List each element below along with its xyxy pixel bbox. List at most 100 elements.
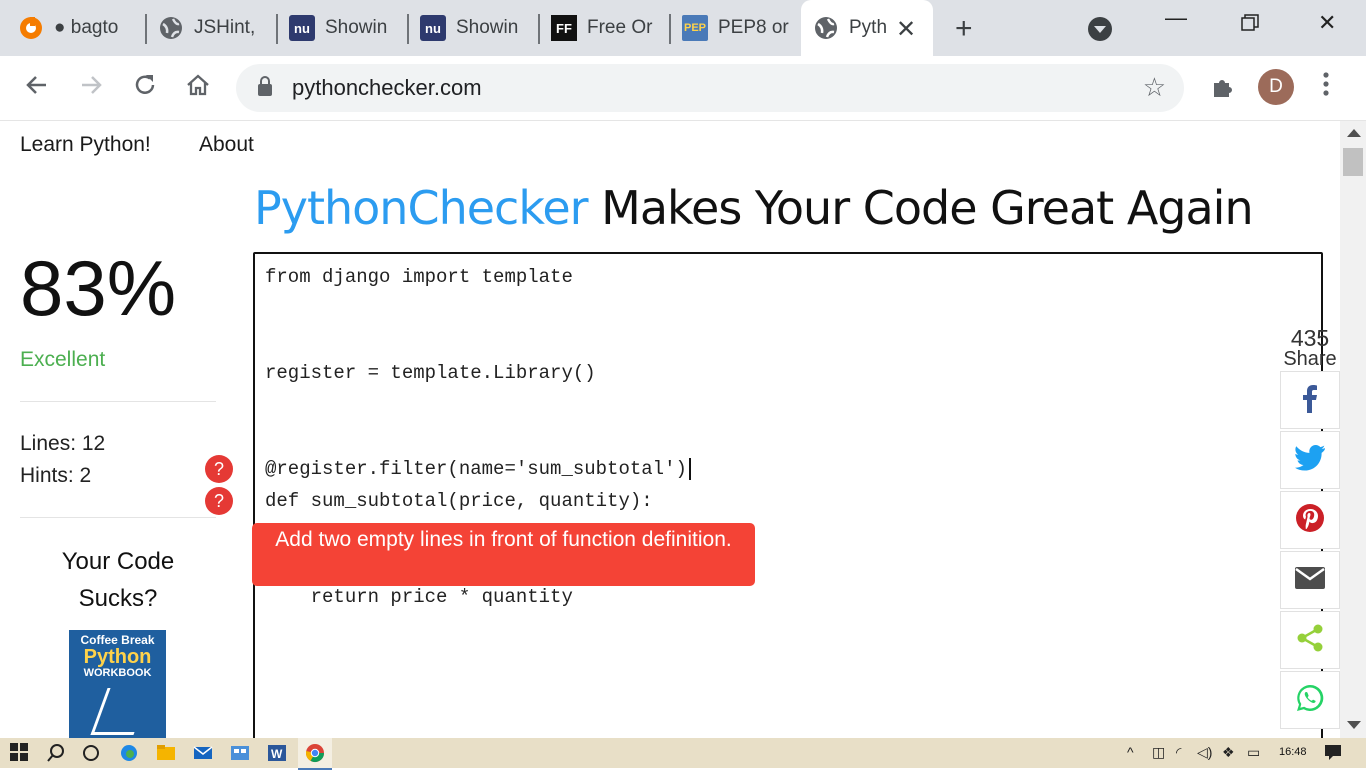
nu-validator-icon: nu xyxy=(289,15,315,41)
tab-gitlab[interactable]: ● bagto xyxy=(18,0,140,56)
lines-stat: Lines: 12 xyxy=(20,432,106,455)
tab-pep8[interactable]: PEP PEP8 or xyxy=(682,0,794,56)
tab-validator-2[interactable]: nu Showin xyxy=(420,0,528,56)
tray-app-icon[interactable]: ◫ xyxy=(1152,744,1165,761)
notifications-icon[interactable] xyxy=(1324,744,1342,763)
share-count: 435 xyxy=(1290,325,1330,351)
nav-link-learn-python[interactable]: Learn Python! xyxy=(20,133,151,157)
hint-marker-1[interactable]: ? xyxy=(205,455,233,483)
wifi-icon[interactable]: ◜ xyxy=(1176,744,1181,761)
search-icon[interactable] xyxy=(46,743,66,763)
pep8-icon: PEP xyxy=(682,15,708,41)
facebook-icon xyxy=(1297,383,1323,418)
nav-link-about[interactable]: About xyxy=(199,133,254,157)
code-editor[interactable]: from django import template register = t… xyxy=(253,252,1323,738)
tab-divider xyxy=(145,14,147,44)
reload-icon[interactable] xyxy=(132,72,158,103)
book-title-line: Coffee Break xyxy=(80,633,155,647)
pinterest-share-button[interactable] xyxy=(1280,491,1340,549)
windows-taskbar: W ^ ◫ ◜ ◁) ❖ ▭ 16:48 xyxy=(0,738,1366,770)
email-icon xyxy=(1294,566,1326,595)
hint-marker-2[interactable]: ? xyxy=(205,487,233,515)
svg-text:W: W xyxy=(271,747,283,761)
code-line: register = template.Library() xyxy=(265,362,596,384)
dropbox-icon[interactable]: ❖ xyxy=(1222,744,1235,761)
tab-jshint[interactable]: JSHint, xyxy=(158,0,258,56)
keyboard-icon[interactable]: ▭ xyxy=(1247,744,1260,761)
close-tab-icon[interactable]: ✕ xyxy=(896,15,916,44)
score-percentage: 83% xyxy=(20,244,177,332)
browser-toolbar: pythonchecker.com ☆ D xyxy=(0,56,1366,121)
word-icon[interactable]: W xyxy=(267,743,287,763)
tab-title: Pyth xyxy=(849,17,888,38)
edge-icon[interactable] xyxy=(119,743,139,763)
url-text: pythonchecker.com xyxy=(292,75,482,100)
back-icon[interactable] xyxy=(24,72,50,103)
hints-stat: Hints: 2 xyxy=(20,464,92,487)
tab-validator-1[interactable]: nu Showin xyxy=(289,0,397,56)
hint-tooltip: Add two empty lines in front of function… xyxy=(252,523,755,586)
tab-search-icon[interactable] xyxy=(1088,17,1112,41)
scroll-down-icon[interactable] xyxy=(1347,721,1361,729)
tab-title: Showin xyxy=(456,17,519,38)
sidebar-divider xyxy=(20,517,216,518)
book-stairs-illustration xyxy=(90,688,151,735)
profile-avatar[interactable]: D xyxy=(1258,69,1294,105)
tab-divider xyxy=(538,14,540,44)
whatsapp-share-button[interactable] xyxy=(1280,671,1340,729)
chrome-taskbar-icon[interactable] xyxy=(298,738,332,770)
tab-title: JSHint, xyxy=(194,17,256,38)
tab-title: ● bagto xyxy=(54,17,119,38)
promo-heading: Your Code Sucks? xyxy=(20,543,216,617)
tab-freeformatter[interactable]: FF Free Or xyxy=(551,0,661,56)
scroll-up-icon[interactable] xyxy=(1347,129,1361,137)
forward-icon[interactable] xyxy=(78,72,104,103)
volume-icon[interactable]: ◁) xyxy=(1197,744,1212,761)
app-icon[interactable] xyxy=(230,743,250,763)
taskbar-clock[interactable]: 16:48 xyxy=(1279,746,1307,758)
globe-icon xyxy=(158,15,184,41)
facebook-share-button[interactable] xyxy=(1280,371,1340,429)
scroll-thumb[interactable] xyxy=(1343,148,1363,176)
tab-divider xyxy=(407,14,409,44)
gitlab-icon xyxy=(18,15,44,41)
code-line: def sum_subtotal(price, quantity): xyxy=(265,490,653,512)
page-content: Learn Python! About PythonChecker Makes … xyxy=(0,121,1340,738)
windows-start-icon[interactable] xyxy=(10,743,30,763)
mail-icon[interactable] xyxy=(193,743,213,763)
email-share-button[interactable] xyxy=(1280,551,1340,609)
freeformatter-icon: FF xyxy=(551,15,577,41)
task-view-icon[interactable] xyxy=(81,743,101,763)
twitter-share-button[interactable] xyxy=(1280,431,1340,489)
sharethis-share-button[interactable] xyxy=(1280,611,1340,669)
code-line-text: @register.filter(name='sum_subtotal') xyxy=(265,458,687,481)
tab-title: Showin xyxy=(325,17,388,38)
page-title-tagline: Makes Your Code Great Again xyxy=(587,181,1253,235)
sidebar-divider xyxy=(20,401,216,402)
close-window-icon[interactable]: ✕ xyxy=(1318,10,1336,36)
tab-title: PEP8 or xyxy=(718,17,789,38)
text-caret xyxy=(688,458,691,480)
tray-chevron-icon[interactable]: ^ xyxy=(1127,744,1134,760)
page-scrollbar[interactable] xyxy=(1340,121,1366,738)
globe-icon xyxy=(813,15,839,41)
home-icon[interactable] xyxy=(185,72,211,103)
promo-line: Sucks? xyxy=(78,585,158,612)
code-line-with-caret: @register.filter(name='sum_subtotal') xyxy=(265,458,691,480)
new-tab-icon[interactable]: + xyxy=(955,12,973,46)
bookmark-star-icon[interactable]: ☆ xyxy=(1143,72,1166,103)
score-verdict: Excellent xyxy=(20,348,106,371)
file-explorer-icon[interactable] xyxy=(156,743,176,763)
book-title-line: Python xyxy=(83,646,152,668)
tab-strip: ● bagto JSHint, nu Showin nu Showin FF F… xyxy=(0,0,1366,56)
menu-kebab-icon[interactable] xyxy=(1322,70,1330,105)
restore-icon[interactable] xyxy=(1241,12,1259,38)
minimize-icon[interactable]: — xyxy=(1165,5,1187,31)
book-title-line: WORKBOOK xyxy=(83,667,152,679)
book-cover-image[interactable]: Coffee Break Python WORKBOOK xyxy=(69,630,166,738)
lock-icon xyxy=(258,76,272,96)
promo-line: Your Code xyxy=(61,548,175,575)
address-bar[interactable]: pythonchecker.com ☆ xyxy=(236,64,1184,112)
extensions-icon[interactable] xyxy=(1210,75,1236,108)
page-title: PythonChecker Makes Your Code Great Agai… xyxy=(254,181,1254,235)
